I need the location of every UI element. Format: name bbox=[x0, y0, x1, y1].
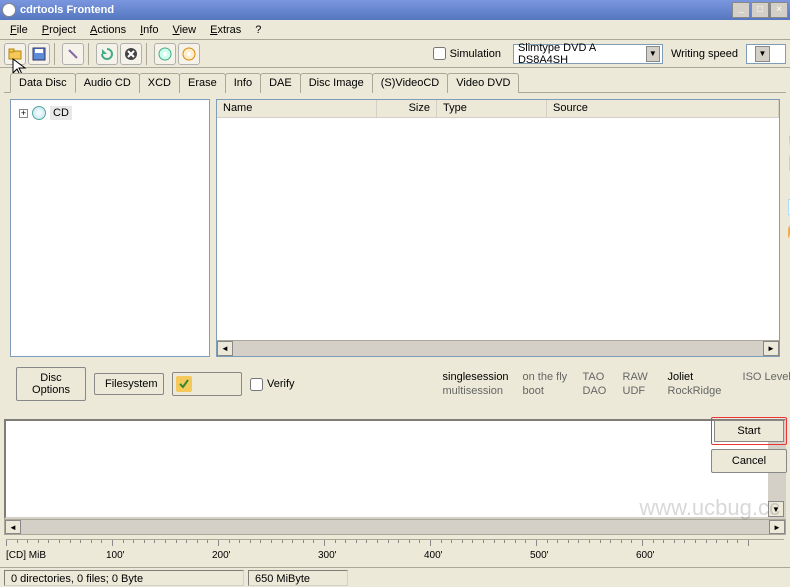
tab-data-disc[interactable]: Data Disc bbox=[10, 73, 76, 93]
scroll-down-icon[interactable]: ▼ bbox=[768, 501, 784, 517]
tab-video-dvd[interactable]: Video DVD bbox=[447, 73, 519, 93]
tab-audio-cd[interactable]: Audio CD bbox=[75, 73, 140, 93]
simulation-checkbox[interactable]: Simulation bbox=[433, 47, 501, 60]
capacity-ruler: [CD] MiB 100' 200' 300' 400' 500' 600' bbox=[6, 539, 784, 567]
tab-bar: Data Disc Audio CD XCD Erase Info DAE Di… bbox=[0, 69, 790, 93]
scroll-left-icon[interactable]: ◄ bbox=[217, 341, 233, 356]
status-bar: 0 directories, 0 files; 0 Byte 650 MiByt… bbox=[0, 567, 790, 587]
chevron-down-icon[interactable]: ▼ bbox=[646, 46, 660, 62]
scroll-right-icon[interactable]: ► bbox=[763, 341, 779, 356]
disc-orange-icon[interactable] bbox=[178, 43, 200, 65]
menubar: File Project Actions Info View Extras ? bbox=[0, 20, 790, 40]
refresh-icon[interactable] bbox=[96, 43, 118, 65]
writing-speed-label: Writing speed bbox=[671, 48, 738, 60]
device-select[interactable]: Slimtype DVD A DS8A4SH▼ bbox=[513, 44, 663, 64]
menu-info[interactable]: Info bbox=[134, 22, 164, 38]
expand-icon[interactable]: + bbox=[19, 109, 28, 118]
tab-disc-image[interactable]: Disc Image bbox=[300, 73, 373, 93]
cd-icon bbox=[32, 106, 46, 120]
menu-file[interactable]: File bbox=[4, 22, 34, 38]
list-header: Name Size Type Source bbox=[217, 100, 779, 118]
disc-options-button[interactable]: Disc Options bbox=[16, 367, 86, 401]
open-folder-icon[interactable] bbox=[4, 43, 26, 65]
minimize-button[interactable]: _ bbox=[732, 2, 750, 18]
tab-svideocd[interactable]: (S)VideoCD bbox=[372, 73, 449, 93]
wrench-icon[interactable] bbox=[62, 43, 84, 65]
log-output: ▲ ▼ bbox=[4, 419, 786, 519]
titlebar: cdrtools Frontend _ □ × bbox=[0, 0, 790, 20]
tree-node-label: CD bbox=[50, 106, 72, 120]
menu-help[interactable]: ? bbox=[249, 22, 267, 38]
file-list[interactable]: Name Size Type Source ◄ ► 📁 📄 📝 📂 ✖ bbox=[216, 99, 780, 357]
save-icon[interactable] bbox=[28, 43, 50, 65]
status-files: 0 directories, 0 files; 0 Byte bbox=[4, 570, 244, 586]
scroll-right-icon[interactable]: ► bbox=[769, 520, 785, 534]
scroll-left-icon[interactable]: ◄ bbox=[5, 520, 21, 534]
check-button[interactable] bbox=[172, 372, 242, 396]
disc-green-icon[interactable] bbox=[154, 43, 176, 65]
h-scrollbar[interactable]: ◄ ► bbox=[217, 340, 779, 356]
tree-root-node[interactable]: + CD bbox=[15, 104, 205, 122]
close-button[interactable]: × bbox=[770, 2, 788, 18]
filesystem-button[interactable]: Filesystem bbox=[94, 373, 164, 395]
cancel-icon[interactable] bbox=[120, 43, 142, 65]
app-icon bbox=[2, 3, 16, 17]
chevron-down-icon[interactable]: ▼ bbox=[755, 46, 770, 62]
session-info: singlesessionon the flyTAORAWJolietISO L… bbox=[443, 371, 790, 397]
cancel-button[interactable]: Cancel bbox=[711, 449, 787, 473]
maximize-button[interactable]: □ bbox=[751, 2, 769, 18]
col-size[interactable]: Size bbox=[377, 100, 437, 117]
col-type[interactable]: Type bbox=[437, 100, 547, 117]
log-h-scrollbar[interactable]: ◄ ► bbox=[4, 519, 786, 535]
tab-info[interactable]: Info bbox=[225, 73, 261, 93]
status-capacity: 650 MiByte bbox=[248, 570, 348, 586]
tree-view[interactable]: + CD bbox=[10, 99, 210, 357]
menu-extras[interactable]: Extras bbox=[204, 22, 247, 38]
tab-dae[interactable]: DAE bbox=[260, 73, 301, 93]
tab-erase[interactable]: Erase bbox=[179, 73, 226, 93]
start-button[interactable]: Start bbox=[711, 417, 787, 445]
toolbar: Simulation Slimtype DVD A DS8A4SH▼ Writi… bbox=[0, 40, 790, 68]
menu-view[interactable]: View bbox=[166, 22, 202, 38]
menu-actions[interactable]: Actions bbox=[84, 22, 132, 38]
menu-project[interactable]: Project bbox=[36, 22, 82, 38]
speed-select[interactable]: ▼ bbox=[746, 44, 786, 64]
col-source[interactable]: Source bbox=[547, 100, 779, 117]
window-title: cdrtools Frontend bbox=[20, 4, 732, 16]
verify-checkbox[interactable]: Verify bbox=[250, 378, 295, 391]
tab-xcd[interactable]: XCD bbox=[139, 73, 180, 93]
col-name[interactable]: Name bbox=[217, 100, 377, 117]
